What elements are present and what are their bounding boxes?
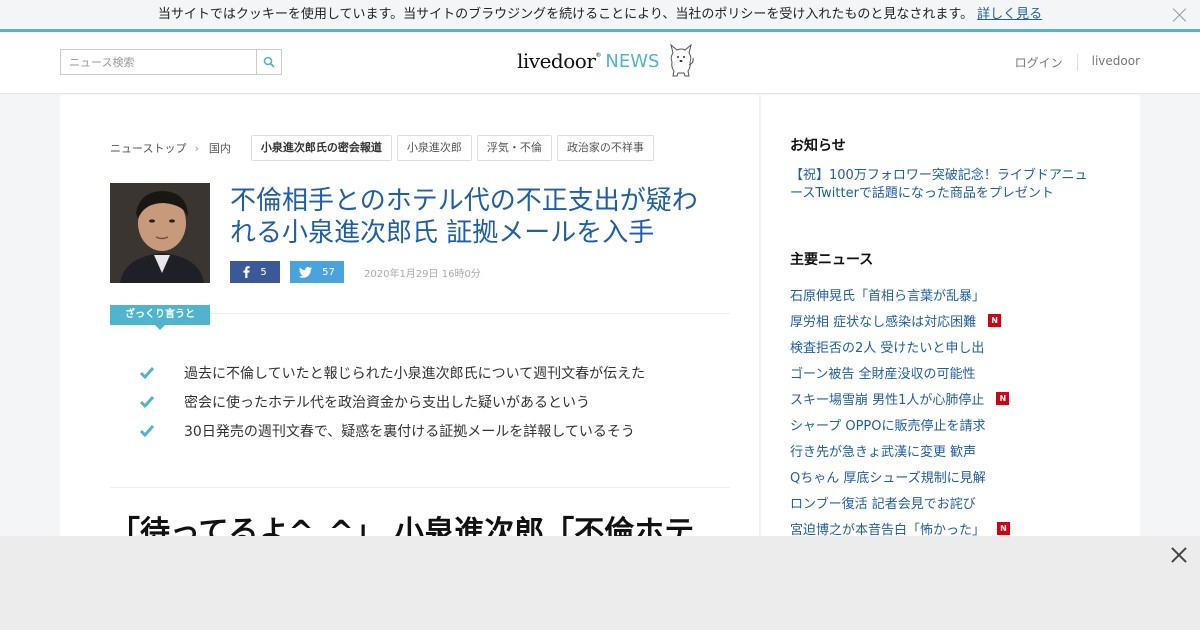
tag-person[interactable]: 小泉進次郎: [396, 135, 472, 161]
facebook-count: 5: [260, 266, 267, 278]
news-link[interactable]: 行き先が急きょ武漢に変更 歓声: [790, 441, 976, 460]
check-icon: [140, 395, 154, 408]
close-icon[interactable]: [1168, 544, 1190, 566]
article-thumbnail: [110, 183, 210, 283]
news-item[interactable]: 行き先が急きょ武漢に変更 歓声: [790, 437, 1010, 463]
news-link[interactable]: ロンブー復活 記者会見でお詫び: [790, 493, 976, 512]
site-header: livedoor ® NEWS ログイン livedoor: [0, 32, 1200, 94]
check-icon: [140, 424, 154, 437]
article-main: ニューストップ › 国内 小泉進次郎氏の密会報道 小泉進次郎 浮気・不倫 政治家…: [60, 95, 760, 550]
search-input[interactable]: [61, 50, 257, 74]
search-icon: [263, 56, 275, 68]
breadcrumb-category[interactable]: 国内: [209, 140, 231, 156]
news-link[interactable]: 厚労相 症状なし感染は対応困難: [790, 311, 976, 330]
summary-text: 過去に不倫していたと報じられた小泉進次郎氏について週刊文春が伝えた: [184, 365, 646, 382]
logo-livedoor: livedoor: [517, 49, 596, 73]
summary-divider: [210, 313, 730, 314]
facebook-share-button[interactable]: 5: [230, 261, 280, 283]
content-divider: [110, 487, 730, 488]
news-item[interactable]: シャープ OPPOに販売停止を請求: [790, 411, 1010, 437]
tag-scandal[interactable]: 政治家の不祥事: [556, 135, 654, 161]
twitter-icon: [299, 266, 313, 278]
cookie-message: 当サイトではクッキーを使用しています。当サイトのブラウジングを続けることにより、…: [157, 7, 974, 22]
dog-mascot-icon: [670, 43, 695, 77]
news-link[interactable]: 石原伸晃氏「首相ら言葉が乱暴」: [790, 285, 985, 304]
cookie-close-icon[interactable]: [1170, 5, 1190, 25]
check-icon: [140, 366, 154, 379]
news-item[interactable]: ロンブー復活 記者会見でお詫び: [790, 489, 1010, 515]
new-badge: N: [997, 521, 1011, 535]
search-button[interactable]: [256, 50, 281, 74]
summary-item: 30日発売の週刊文春で、疑惑を裏付ける証拠メールを詳報しているそう: [140, 409, 645, 452]
publish-date: 2020年1月29日 16時0分: [364, 269, 481, 280]
header-links: ログイン livedoor: [1001, 54, 1140, 71]
news-item[interactable]: 検査拒否の2人 受けたいと申し出: [790, 333, 1010, 359]
news-item[interactable]: スキー場雪崩 男性1人が心肺停止 N: [790, 385, 1010, 411]
notice-link[interactable]: 【祝】100万フォロワー突破記念！ライブドアニュースTwitterで話題になった…: [790, 167, 1090, 203]
news-link[interactable]: ゴーン被告 全財産没収の可能性: [790, 363, 975, 382]
logo-news: NEWS: [605, 51, 660, 72]
ad-banner: [0, 536, 1200, 630]
sidebar: お知らせ 【祝】100万フォロワー突破記念！ライブドアニュースTwitterで話…: [761, 95, 1140, 538]
cookie-banner: 当サイトではクッキーを使用しています。当サイトのブラウジングを続けることにより、…: [0, 0, 1200, 32]
news-link[interactable]: シャープ OPPOに販売停止を請求: [790, 415, 986, 434]
news-link[interactable]: 検査拒否の2人 受けたいと申し出: [790, 337, 984, 356]
tag-main-topic[interactable]: 小泉進次郎氏の密会報道: [250, 135, 392, 161]
breadcrumb-chevron-icon: ›: [194, 141, 199, 155]
breadcrumb-top[interactable]: ニューストップ: [110, 140, 186, 156]
news-link[interactable]: Qちゃん 厚底シューズ規制に見解: [790, 467, 986, 486]
news-item[interactable]: 石原伸晃氏「首相ら言葉が乱暴」: [790, 281, 1010, 307]
twitter-share-button[interactable]: 57: [290, 261, 344, 283]
facebook-icon: [243, 266, 251, 278]
top-news-heading: 主要ニュース: [790, 252, 874, 268]
news-link[interactable]: スキー場雪崩 男性1人が心肺停止: [790, 389, 984, 408]
news-item[interactable]: ゴーン被告 全財産没収の可能性: [790, 359, 1010, 385]
new-badge: N: [988, 313, 1002, 327]
breadcrumb: ニューストップ › 国内 小泉進次郎氏の密会報道 小泉進次郎 浮気・不倫 政治家…: [110, 135, 654, 161]
site-logo[interactable]: livedoor ® NEWS: [517, 43, 695, 79]
twitter-count: 57: [322, 266, 335, 278]
portrait-image: [110, 183, 210, 283]
summary-label: ざっくり言うと: [110, 305, 210, 330]
login-link[interactable]: ログイン: [1001, 54, 1077, 71]
summary-list: 過去に不倫していたと報じられた小泉進次郎氏について週刊文春が伝えた 密会に使った…: [140, 351, 645, 452]
livedoor-link[interactable]: livedoor: [1076, 54, 1140, 71]
search-box: [60, 49, 282, 75]
new-badge: N: [996, 391, 1010, 405]
notice-heading: お知らせ: [790, 138, 846, 154]
cookie-details-link[interactable]: 詳しく見る: [977, 7, 1042, 22]
logo-registered-mark: ®: [595, 52, 602, 59]
top-news-list: 石原伸晃氏「首相ら言葉が乱暴」 厚労相 症状なし感染は対応困難 N 検査拒否の2人 受…: [790, 281, 1011, 541]
tag-affair[interactable]: 浮気・不倫: [476, 135, 552, 161]
article-title: 不倫相手とのホテル代の不正支出が疑われる小泉進次郎氏 証拠メールを入手: [230, 186, 698, 248]
summary-text: 30日発売の週刊文春で、疑惑を裏付ける証拠メールを詳報しているそう: [184, 423, 635, 440]
news-item[interactable]: 厚労相 症状なし感染は対応困難 N: [790, 307, 1010, 333]
news-item[interactable]: Qちゃん 厚底シューズ規制に見解: [790, 463, 1010, 489]
summary-text: 密会に使ったホテル代を政治資金から支出した疑いがあるという: [184, 394, 590, 411]
news-link[interactable]: 宮迫博之が本音告白「怖かった」: [790, 519, 985, 538]
